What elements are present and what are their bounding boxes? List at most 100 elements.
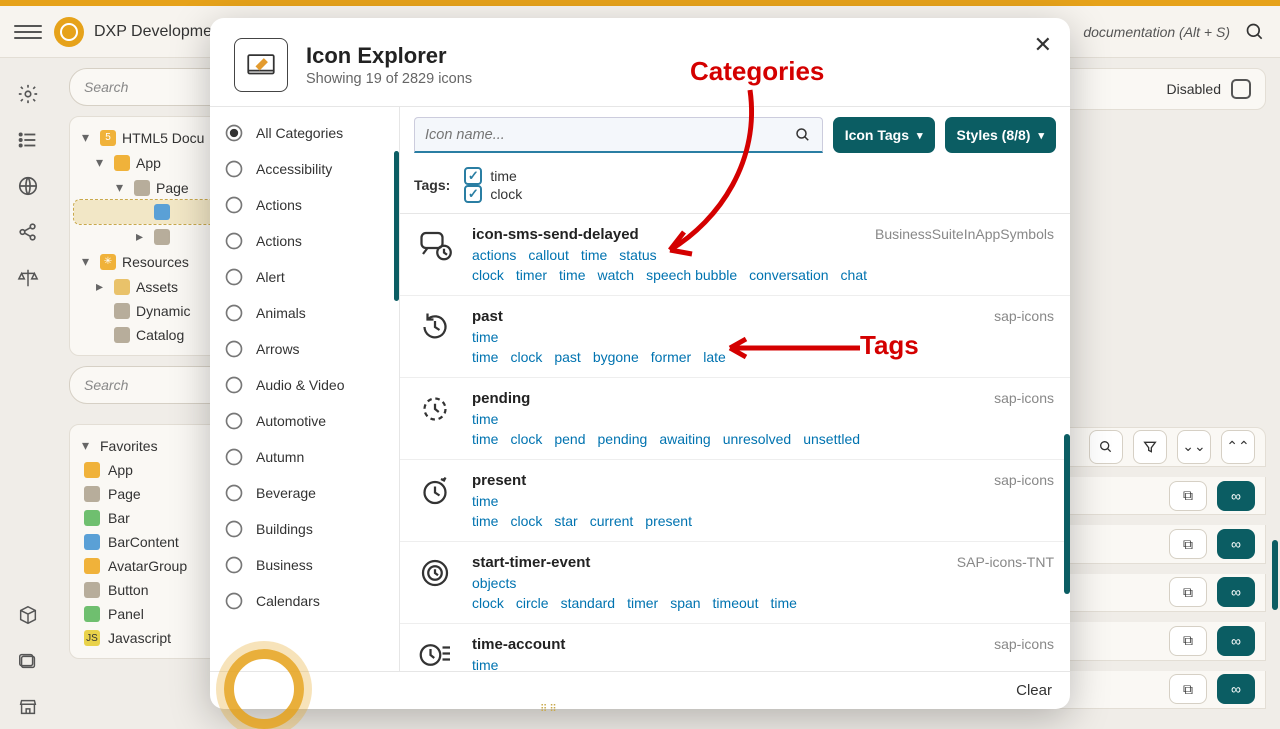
category-link[interactable]: time (472, 329, 498, 345)
search-icon (794, 126, 812, 144)
category-option[interactable]: Arrows (210, 331, 399, 367)
tags-label: Tags: (414, 177, 450, 193)
active-tag-checkbox[interactable]: ✓clock (464, 185, 522, 203)
tag-link[interactable]: timeout (713, 595, 759, 611)
scrollbar-thumb[interactable] (394, 151, 399, 301)
icon-name-input[interactable] (425, 127, 794, 143)
category-option[interactable]: All Categories (210, 115, 399, 151)
category-option[interactable]: Beverage (210, 475, 399, 511)
active-tag-checkbox[interactable]: ✓time (464, 167, 522, 185)
category-link[interactable]: objects (472, 575, 516, 591)
results-list[interactable]: icon-sms-send-delayed BusinessSuiteInApp… (400, 214, 1070, 671)
close-button[interactable]: ✕ (1034, 32, 1052, 58)
category-option[interactable]: Alert (210, 259, 399, 295)
tag-link[interactable]: current (590, 513, 634, 529)
result-name: start-timer-event (472, 554, 590, 571)
result-source: sap-icons (994, 636, 1054, 652)
result-row[interactable]: past sap-icons time time clock past bygonef… (400, 296, 1070, 378)
tag-link[interactable]: time (770, 595, 796, 611)
tag-link[interactable]: unsettled (803, 431, 860, 447)
decorative-ring (224, 649, 304, 729)
tag-link[interactable]: conversation (749, 267, 828, 283)
category-option[interactable]: Buildings (210, 511, 399, 547)
result-name: icon-sms-send-delayed (472, 226, 639, 243)
icon-name-search[interactable] (414, 117, 823, 153)
result-row[interactable]: pending sap-icons time time clock pend pend… (400, 378, 1070, 460)
tag-link[interactable]: time (472, 431, 498, 447)
tag-link[interactable]: time (472, 349, 498, 365)
result-name: present (472, 472, 526, 489)
result-source: sap-icons (994, 472, 1054, 488)
category-link[interactable]: callout (528, 247, 568, 263)
tag-link[interactable]: clock (510, 349, 542, 365)
category-option[interactable]: Accessibility (210, 151, 399, 187)
result-row[interactable]: present sap-icons time time clock star curr… (400, 460, 1070, 542)
category-link[interactable]: time (472, 411, 498, 427)
tag-link[interactable]: time (472, 513, 498, 529)
tag-link[interactable]: speech bubble (646, 267, 737, 283)
result-row[interactable]: time-account sap-icons time timeaccountc… (400, 624, 1070, 671)
category-option[interactable]: Automotive (210, 403, 399, 439)
result-source: sap-icons (994, 308, 1054, 324)
category-option[interactable]: Calendars (210, 583, 399, 619)
category-option[interactable]: Animals (210, 295, 399, 331)
tag-link[interactable]: time (559, 267, 585, 283)
result-icon (416, 390, 454, 428)
category-option[interactable]: Actions (210, 187, 399, 223)
result-name: pending (472, 390, 530, 407)
icon-tags-dropdown[interactable]: Icon Tags▾ (833, 117, 935, 153)
result-icon (416, 472, 454, 510)
result-source: BusinessSuiteInAppSymbols (875, 226, 1054, 242)
clear-button[interactable]: Clear (1016, 682, 1052, 699)
tag-link[interactable]: pending (598, 431, 648, 447)
category-list[interactable]: All CategoriesAccessibilityActionsAction… (210, 107, 400, 671)
tag-link[interactable]: clock (472, 595, 504, 611)
category-link[interactable]: status (619, 247, 656, 263)
tag-link[interactable]: late (703, 349, 726, 365)
category-link[interactable]: actions (472, 247, 516, 263)
result-name: past (472, 308, 503, 325)
scrollbar-thumb[interactable] (1064, 434, 1070, 594)
result-icon (416, 226, 454, 264)
category-link[interactable]: time (472, 493, 498, 509)
dialog-title: Icon Explorer (306, 43, 472, 69)
dialog-title-icon (234, 38, 288, 92)
category-option[interactable]: Autumn (210, 439, 399, 475)
result-source: sap-icons (994, 390, 1054, 406)
tag-link[interactable]: former (651, 349, 691, 365)
styles-dropdown[interactable]: Styles (8/8)▾ (945, 117, 1056, 153)
resize-grip-icon[interactable]: ⠿⠿ (540, 704, 559, 715)
category-link[interactable]: time (581, 247, 607, 263)
tag-link[interactable]: chat (841, 267, 867, 283)
result-icon (416, 554, 454, 592)
tag-link[interactable]: clock (472, 267, 504, 283)
result-name: time-account (472, 636, 565, 653)
category-link[interactable]: time (472, 657, 498, 671)
tag-link[interactable]: timer (627, 595, 658, 611)
tag-link[interactable]: standard (561, 595, 615, 611)
tag-link[interactable]: bygone (593, 349, 639, 365)
result-row[interactable]: icon-sms-send-delayed BusinessSuiteInApp… (400, 214, 1070, 296)
result-row[interactable]: start-timer-event SAP-icons-TNT objects … (400, 542, 1070, 624)
tag-link[interactable]: watch (597, 267, 634, 283)
tag-link[interactable]: star (554, 513, 577, 529)
category-option[interactable]: Business (210, 547, 399, 583)
tag-link[interactable]: present (645, 513, 692, 529)
tag-link[interactable]: span (670, 595, 700, 611)
category-option[interactable]: Audio & Video (210, 367, 399, 403)
result-source: SAP-icons-TNT (957, 554, 1054, 570)
result-icon (416, 636, 454, 671)
category-option[interactable]: Actions (210, 223, 399, 259)
icon-explorer-dialog: ✕ Icon Explorer Showing 19 of 2829 icons… (210, 18, 1070, 709)
dialog-subtitle: Showing 19 of 2829 icons (306, 71, 472, 87)
tag-link[interactable]: past (554, 349, 580, 365)
tag-link[interactable]: clock (510, 431, 542, 447)
tag-link[interactable]: unresolved (723, 431, 792, 447)
tag-link[interactable]: awaiting (659, 431, 710, 447)
active-tags-row: Tags: ✓time✓clock (400, 163, 1070, 214)
result-icon (416, 308, 454, 346)
tag-link[interactable]: timer (516, 267, 547, 283)
tag-link[interactable]: pend (554, 431, 585, 447)
tag-link[interactable]: circle (516, 595, 549, 611)
tag-link[interactable]: clock (510, 513, 542, 529)
